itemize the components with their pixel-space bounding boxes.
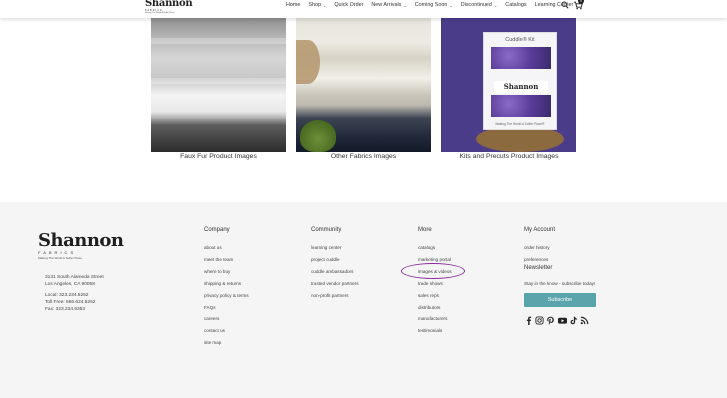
phone-fax: Fax: 323.234.5353 (45, 307, 86, 312)
footer-link[interactable]: testimonials (418, 328, 442, 333)
nav-coming-soon[interactable]: Coming Soon ⌄ (415, 2, 453, 8)
footer-logo-brand: Shannon (38, 230, 124, 251)
chevron-down-icon: ⌄ (449, 2, 453, 8)
footer-link[interactable]: catalogs (418, 245, 435, 250)
footer-link[interactable]: about us (204, 245, 222, 250)
pinterest-icon[interactable] (546, 316, 555, 325)
highlight-annotation (401, 263, 465, 279)
footer-link[interactable]: privacy policy & terms (204, 293, 249, 298)
chevron-down-icon: ⌄ (403, 2, 407, 8)
newsletter-text: Stay in the know - subscribe today! (524, 281, 596, 286)
address-line: 3131 South Alameda Street (45, 275, 104, 280)
address-line: Los Angeles, CA 90058 (45, 282, 95, 287)
footer-link[interactable]: FAQs (204, 305, 216, 310)
footer-logo-tagline: Making The World A Softer Place (38, 256, 82, 260)
footer-heading-company: Company (204, 227, 230, 233)
instagram-icon[interactable] (535, 316, 544, 325)
search-icon[interactable] (561, 1, 569, 9)
footer-link[interactable]: manufacturers (418, 316, 447, 321)
facebook-icon[interactable] (524, 316, 533, 325)
footer-link[interactable]: careers (204, 316, 219, 321)
footer-link[interactable]: site map (204, 340, 221, 345)
floral-fabric (491, 95, 551, 117)
footer-link[interactable]: trade shows (418, 281, 443, 286)
logo-tagline: Making The World A Softer Place (145, 12, 175, 14)
tile-caption-kits[interactable]: Kits and Precuts Product Images (441, 153, 577, 160)
footer-link[interactable]: order history (524, 245, 550, 250)
chevron-down-icon: ⌄ (493, 2, 498, 8)
footer-link[interactable]: shipping & returns (204, 281, 241, 286)
nav-label: Home (286, 2, 301, 8)
footer-logo[interactable]: Shannon FABRICS Making The World A Softe… (38, 230, 124, 261)
fur-texture (151, 113, 286, 119)
footer-link[interactable]: marketing portal (418, 257, 451, 262)
nav-label: Catalogs (505, 2, 527, 8)
footer-link[interactable]: preferences (524, 257, 548, 262)
nav-discontinued[interactable]: Discontinued ⌄ (461, 2, 498, 8)
tiktok-icon[interactable] (569, 316, 578, 325)
tile-caption-other-fabrics[interactable]: Other Fabrics Images (296, 153, 431, 160)
cart-count-badge: 0 (578, 0, 584, 4)
phone-toll-free[interactable]: Toll Free: 866.624.5252 (45, 299, 95, 306)
footer-link[interactable]: contact us (204, 328, 225, 333)
footer-link[interactable]: sales reps (418, 293, 439, 298)
footer-heading-more: More (418, 227, 432, 233)
nav-label: Coming Soon (414, 2, 448, 8)
nav-new-arrivals[interactable]: New Arrivals ⌄ (371, 2, 406, 8)
kit-box-tagline: Making The World A Softer Place® (495, 122, 545, 126)
header-logo[interactable]: Shannon FABRICS Making The World A Softe… (145, 0, 193, 16)
nav-shop[interactable]: Shop ⌄ (308, 2, 326, 8)
footer-link[interactable]: cuddle ambassadors (311, 269, 353, 274)
basket-decor (296, 40, 320, 84)
footer-link[interactable]: learning center (311, 245, 341, 250)
rss-icon[interactable] (580, 316, 589, 325)
nav-quick-order[interactable]: Quick Order (334, 2, 363, 8)
footer-heading-account: My Account (524, 227, 556, 233)
nav-label: Shop (308, 2, 321, 8)
subscribe-button[interactable]: Subscribe (524, 293, 596, 307)
footer-link[interactable]: where to buy (204, 269, 230, 274)
nav-label: New Arrivals (371, 2, 402, 8)
nav-label: Quick Order (334, 2, 364, 8)
footer-link[interactable]: meet the team (204, 257, 233, 262)
footer-link[interactable]: non-profit partners (311, 293, 349, 298)
fur-texture (151, 78, 286, 84)
nav-catalogs[interactable]: Catalogs (505, 2, 526, 8)
footer-link[interactable]: trusted vendor partners (311, 281, 359, 286)
faux-fur-image[interactable] (151, 18, 286, 152)
succulent-decor (300, 120, 336, 152)
kit-box-title: Cuddle® Kit (505, 37, 535, 43)
youtube-icon[interactable] (557, 316, 568, 325)
tile-caption-faux-fur[interactable]: Faux Fur Product Images (151, 153, 286, 160)
logo-brand: Shannon (145, 0, 193, 9)
nav-home[interactable]: Home (286, 2, 300, 8)
footer-link[interactable]: distributors (418, 305, 440, 310)
nav-label: Discontinued (460, 2, 492, 8)
footer-heading-community: Community (311, 227, 342, 233)
newsletter-heading: Newsletter (524, 265, 553, 271)
nav-learning-center[interactable]: Learning Center ⌄ (535, 2, 579, 8)
floral-fabric (491, 47, 551, 69)
site-header: Shannon FABRICS Making The World A Softe… (0, 0, 727, 18)
cuddle-kit-box: Cuddle® Kit Shannon Making The World A S… (483, 32, 557, 130)
fur-texture (151, 38, 286, 44)
chevron-down-icon: ⌄ (322, 2, 327, 8)
footer-link[interactable]: project cuddle (311, 257, 340, 262)
kit-box-logo: Shannon (494, 81, 548, 93)
phone-local[interactable]: Local: 323.234.5252 (45, 292, 88, 299)
main-nav: Home Shop ⌄ Quick Order New Arrivals ⌄ Com… (286, 2, 579, 8)
